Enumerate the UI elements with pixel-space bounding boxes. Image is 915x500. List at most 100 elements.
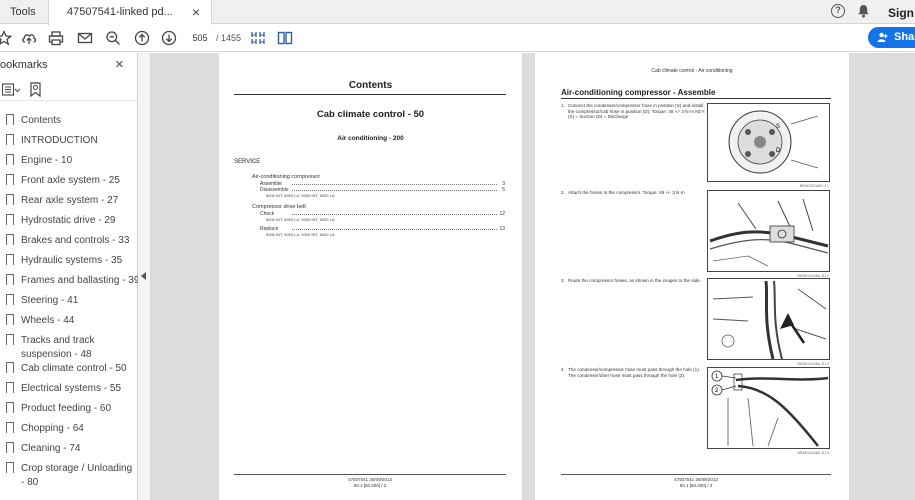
toc-page: 12 [499,211,505,217]
running-header: Cab climate control - Air conditioning [651,68,733,74]
close-panel-icon[interactable]: × [115,53,124,77]
bell-icon[interactable] [857,4,870,18]
bookmark-item[interactable]: Engine - 10 [0,151,138,171]
document-view[interactable]: Contents Cab climate control - 50 Air co… [151,53,915,500]
hoses-figure: BRAE10CAML,D1 2 [707,190,830,278]
zoom-out-icon[interactable] [105,30,121,46]
bookmark-label: Electrical systems - 55 [21,383,122,394]
step-number: 3. [561,278,565,283]
bookmark-item[interactable]: Front axle system - 25 [0,171,138,191]
footer-doc-id: 47507541 26/09/2013 [348,477,392,482]
toc-entry[interactable]: Check 12 [252,211,505,217]
step-text: Connect the condenser/compressor hose in… [568,103,706,120]
bookmark-item[interactable]: Steering - 41 [0,291,138,311]
tab-document[interactable]: 47507541-linked pd... [48,0,212,25]
bookmark-item[interactable]: Rear axle system - 27 [0,191,138,211]
bookmark-options-icon[interactable] [2,83,20,97]
bookmark-label: Cleaning - 74 [21,443,81,454]
print-icon[interactable] [48,30,64,46]
routing-figure: BRAE10CAML,D1 3 [707,278,830,366]
bookmark-label: Product feeding - 60 [21,403,112,414]
bookmark-label: Crop storage / Unloading - 80 [21,463,133,488]
toc-page: 5 [502,187,505,193]
bookmark-item[interactable]: Crop storage / Unloading - 80 [0,459,138,488]
footer-rule: 47507541 26/09/2013 50.1 [50.200] / 2 [234,474,506,488]
bookmark-icon [6,442,14,454]
toc-leader [292,214,497,215]
help-icon[interactable]: ? [831,4,845,18]
find-bookmark-icon[interactable] [29,82,43,98]
bookmark-list: Contents INTRODUCTION Engine - 10 Front axl… [0,111,139,488]
bookmark-item[interactable]: Hydrostatic drive - 29 [0,211,138,231]
bookmark-item[interactable]: INTRODUCTION [0,131,138,151]
toc-models: 5000 INT, 6000 LA, 5000 INT, 6000 LA [266,217,335,222]
bookmark-item[interactable]: Product feeding - 60 [0,399,138,419]
bookmark-label: INTRODUCTION [21,135,98,146]
footer-page-ref: 50.1 [50.200] / 2 [353,483,387,488]
bookmark-label: Front axle system - 25 [21,175,120,186]
title-rule [561,98,831,99]
procedure-title: Air-conditioning compressor - Assemble [561,88,716,97]
bookmark-item[interactable]: Cleaning - 74 [0,439,138,459]
fit-page-icon[interactable] [250,30,266,46]
bookmark-item[interactable]: Tracks and track suspension - 48 [0,331,138,360]
heading-rule [234,94,506,95]
bookmark-item[interactable]: Hydraulic systems - 35 [0,251,138,271]
bookmark-label: Rear axle system - 27 [21,195,119,206]
bookmark-item[interactable]: Contents [0,111,138,131]
bookmark-item[interactable]: Electrical systems - 55 [0,379,138,399]
service-label: SERVICE [234,159,261,165]
toc-models: 5000 INT, 6000 LA, 5000 INT, 6000 LA [266,232,335,237]
footer-rule: 47507541 26/09/2013 50.1 [50.200] / 3 [561,474,831,488]
hoses-drawing [709,198,829,267]
toc-entry-label: Replace [260,226,279,232]
bookmark-label: Hydrostatic drive - 29 [21,215,116,226]
bookmarks-tools [0,79,138,101]
hose-holes-figure: 1 2 BRAE10CAML,D1 4 [707,367,830,455]
toc-entry[interactable]: Replace 13 [252,226,505,232]
step-number: 2. [561,190,565,195]
next-page-icon[interactable] [161,30,177,46]
close-tab-icon[interactable]: × [192,0,200,24]
upload-cloud-icon[interactable] [21,30,37,46]
bookmark-icon [6,134,14,146]
bookmark-icon [6,314,14,326]
bookmark-item[interactable]: Wheels - 44 [0,311,138,331]
toc-entry[interactable]: Disassemble 5 [252,187,505,193]
figure-caption: BRAE10CAM1,3 1 [800,184,829,188]
bookmark-label: Chopping - 64 [21,423,84,434]
share-button[interactable]: Share [868,27,915,48]
star-icon[interactable] [0,30,12,46]
procedure-step: 1. Connect the condenser/compressor hose… [561,103,706,120]
bookmark-item[interactable]: Brakes and controls - 33 [0,231,138,251]
bookmarks-title: ookmarks [0,59,48,71]
share-user-icon [877,32,888,42]
bookmark-item[interactable]: Frames and ballasting - 39 [0,271,139,291]
toc-leader [292,184,497,185]
bookmark-icon [6,422,14,434]
bookmarks-header: ookmarks × [0,53,138,77]
panel-collapse-handle[interactable] [138,53,151,500]
previous-page-icon[interactable] [134,30,150,46]
bookmark-item[interactable]: Cab climate control - 50 [0,359,138,379]
bookmark-icon [6,214,14,226]
tab-document-label: 47507541-linked pd... [67,6,173,18]
toc-leader [292,190,497,191]
tab-tools[interactable]: Tools [0,0,48,24]
toc-group-drive-belt: Compressor drive belt Check 12 5000 INT,… [252,204,505,237]
bookmark-icon [6,362,14,374]
bookmark-icon [6,154,14,166]
sign-in-button[interactable]: Sign I [888,0,915,26]
bookmark-icon [6,194,14,206]
svg-text:S: S [776,124,780,130]
two-page-view-icon[interactable] [277,30,293,46]
bookmark-icon [6,274,14,286]
page-number-input[interactable]: 505 [188,31,212,45]
subsection-title: Air conditioning - 200 [337,135,404,142]
bookmark-item[interactable]: Chopping - 64 [0,419,138,439]
bookmark-label: Steering - 41 [21,295,79,306]
page-heading: Contents [348,80,393,91]
toc-entry-label: Disassemble [260,187,289,193]
compressor-figure: S D BRAE10CAM1,3 1 [707,103,830,188]
email-icon[interactable] [77,30,93,46]
